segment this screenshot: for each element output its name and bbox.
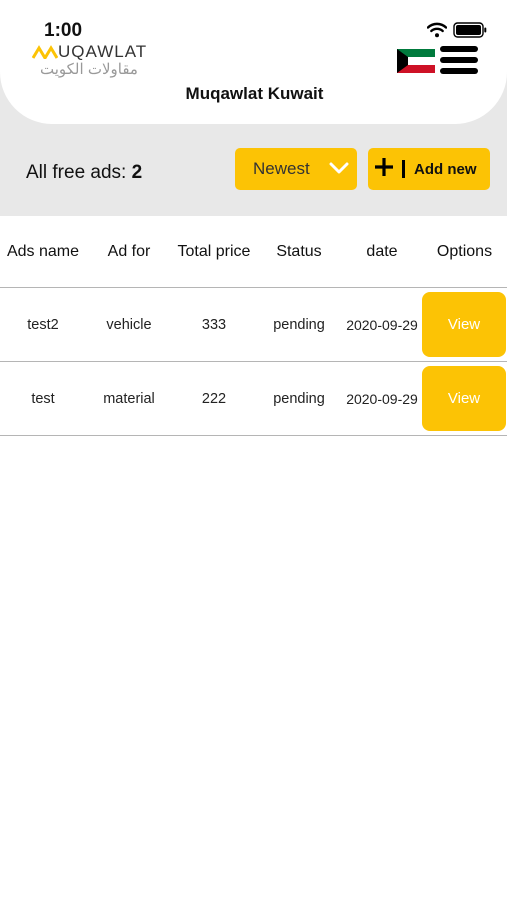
divider	[402, 160, 405, 178]
column-header-date: date	[366, 242, 398, 260]
free-ads-label: All free ads:	[26, 162, 127, 183]
add-new-label: Add new	[414, 160, 477, 178]
cell-total-price: 222	[201, 390, 227, 407]
logo: UQAWLAT مقاولات الكويت	[31, 42, 162, 80]
sort-select[interactable]: Newest	[235, 148, 357, 190]
cell-status: pending	[273, 316, 325, 333]
status-time: 1:00	[44, 20, 83, 41]
table-header: Ads name Ad for Total price Status date …	[0, 216, 507, 288]
column-header-options: Options	[436, 242, 493, 260]
view-button[interactable]: View	[422, 366, 506, 431]
sort-selected-value: Newest	[253, 159, 310, 178]
hamburger-menu-icon[interactable]	[440, 46, 478, 76]
cell-total-price: 333	[201, 316, 227, 333]
battery-icon	[453, 22, 487, 38]
cell-ad-for: material	[103, 390, 155, 407]
status-icons	[427, 22, 487, 38]
cell-ads-name: test2	[27, 316, 59, 333]
page-title: Muqawlat Kuwait	[185, 84, 324, 103]
column-header-status: Status	[276, 242, 322, 260]
logo-arabic: مقاولات الكويت	[40, 61, 138, 78]
wifi-icon	[427, 22, 447, 38]
cell-date: 2020-09-29	[346, 390, 418, 407]
free-ads-count: 2	[131, 162, 143, 183]
table-row: test2 vehicle 333 pending 2020-09-29 Vie…	[0, 288, 507, 362]
logo-latin: UQAWLAT	[58, 42, 148, 61]
cell-ad-for: vehicle	[106, 316, 152, 333]
plus-icon	[374, 157, 394, 182]
free-ads-summary: All free ads: 2	[26, 162, 142, 184]
cell-ads-name: test	[31, 390, 55, 407]
add-new-button[interactable]: Add new	[368, 148, 490, 190]
kuwait-flag-icon	[397, 49, 435, 73]
view-button[interactable]: View	[422, 292, 506, 357]
ads-table: Ads name Ad for Total price Status date …	[0, 216, 507, 436]
column-header-ad-for: Ad for	[107, 242, 151, 260]
cell-date: 2020-09-29	[346, 316, 418, 333]
table-row: test material 222 pending 2020-09-29 Vie…	[0, 362, 507, 436]
column-header-ads-name: Ads name	[6, 242, 80, 260]
chevron-down-icon	[329, 160, 349, 181]
cell-status: pending	[273, 390, 325, 407]
column-header-total-price: Total price	[177, 242, 251, 260]
